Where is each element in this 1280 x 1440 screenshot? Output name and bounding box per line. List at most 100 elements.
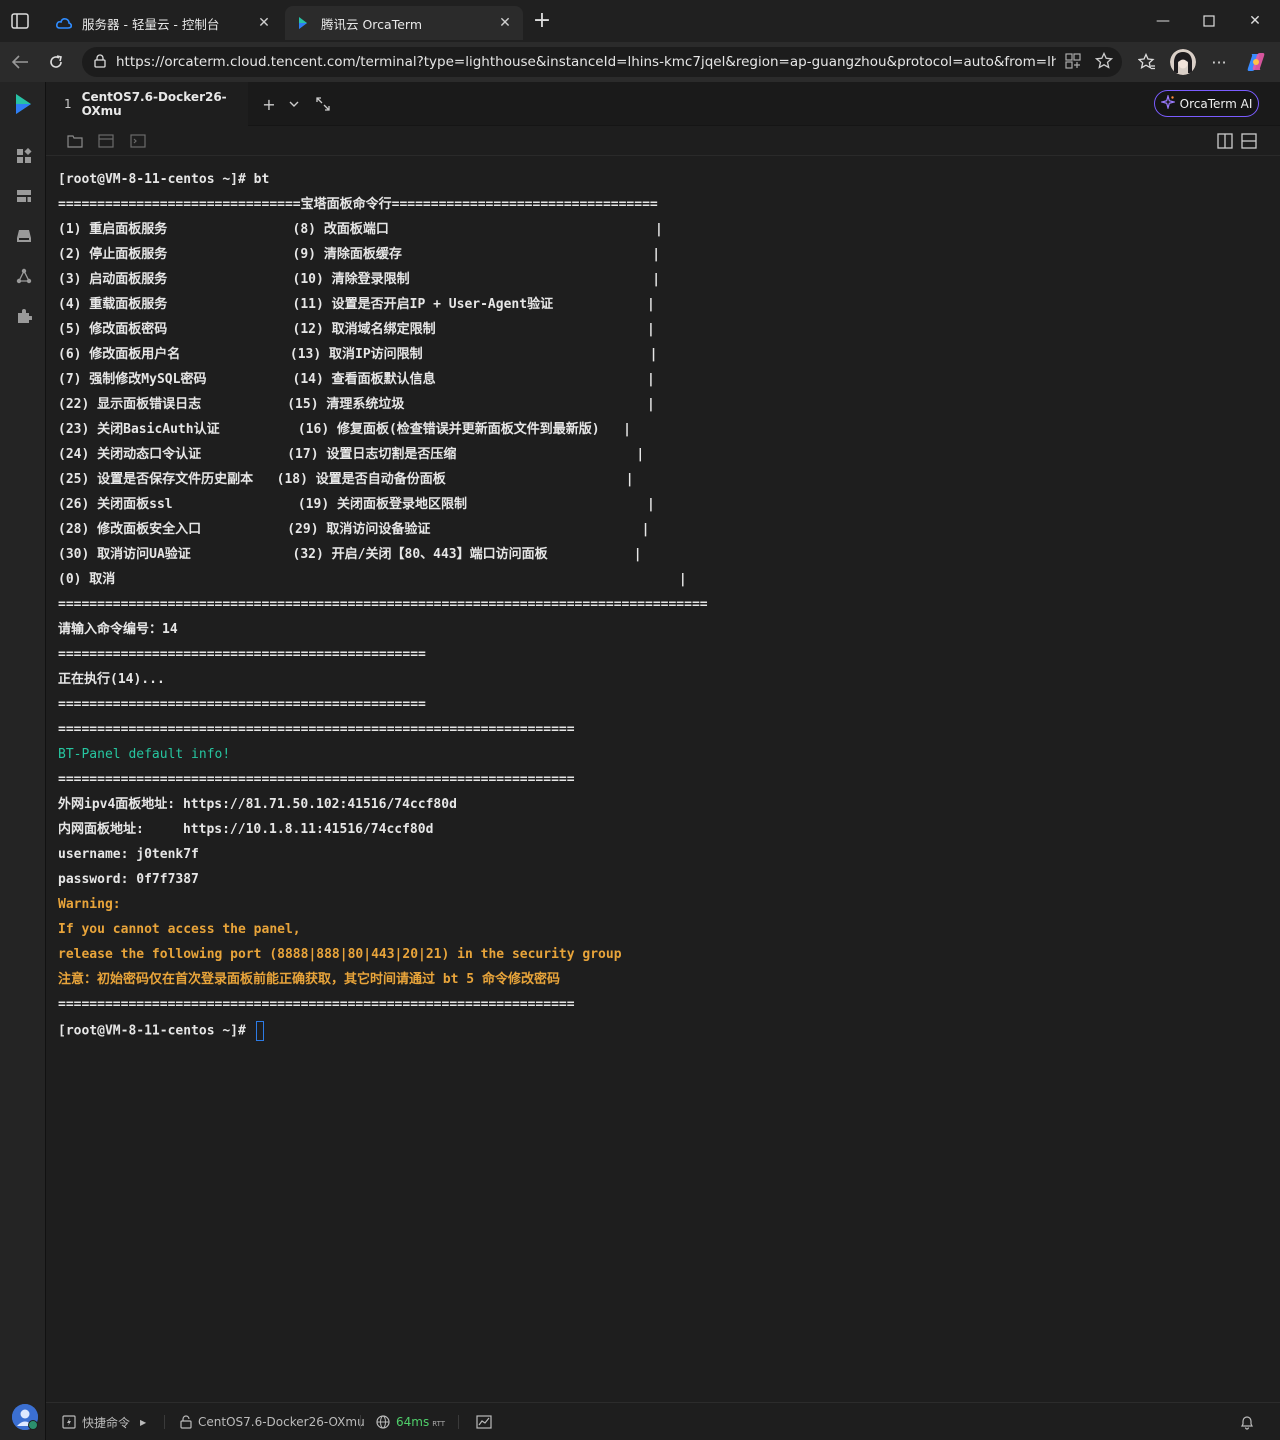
lightning-icon [62,1415,76,1429]
split-vertical-icon[interactable] [1216,132,1234,150]
terminal-line: 外网ipv4面板地址: https://81.71.50.102:41516/7… [58,797,457,812]
chevron-down-icon[interactable] [283,93,305,115]
app-available-icon[interactable] [1062,50,1084,72]
globe-icon [376,1415,390,1429]
latency-unit: RTT [432,1420,446,1428]
terminal-line: (25) 设置是否保存文件历史副本 (18) 设置是否自动备份面板 | [58,472,634,487]
terminal-line: Warning: [58,897,121,912]
orcaterm-logo-icon[interactable] [13,94,33,114]
chart-monitor-icon [476,1415,492,1429]
dashboard-icon[interactable] [14,146,34,166]
terminal-line: 正在执行(14)... [58,672,165,687]
network-icon[interactable] [14,266,34,286]
terminal-line: (0) 取消 | [58,572,687,587]
quick-commands-label: 快捷命令 [82,1415,131,1430]
session-tab-number: 1 [64,97,72,111]
terminal-line: [root@VM-8-11-centos ~]# bt [58,172,270,187]
favorite-star-icon[interactable] [1093,50,1115,72]
ai-button-label: OrcaTerm AI [1179,96,1253,111]
divider [458,1415,459,1429]
latency-value: 64ms [396,1415,430,1429]
divider [360,1415,361,1429]
terminal-line: 注意：初始密码仅在首次登录面板前能正确获取，其它时间请通过 bt 5 命令修改密… [58,972,560,987]
terminal-line: BT-Panel default info! [58,747,231,762]
plugin-icon[interactable] [14,306,34,326]
add-session-icon[interactable]: + [258,93,280,115]
orcaterm-ai-button[interactable]: OrcaTerm AI [1154,90,1259,117]
terminal-line: (4) 重载面板服务 (11) 设置是否开启IP + User-Agent验证 … [58,297,655,312]
user-avatar[interactable] [12,1404,38,1430]
favorites-icon[interactable] [1134,49,1160,75]
terminal-line: (24) 关闭动态口令认证 (17) 设置日志切割是否压缩 | [58,447,645,462]
browser-tab-strip: 服务器 - 轻量云 - 控制台 ✕ 腾讯云 OrcaTerm ✕ + — ✕ [0,0,1280,42]
terminal-line: 请输入命令编号：14 [58,622,178,637]
session-status[interactable]: CentOS7.6-Docker26-OXmu [180,1403,365,1440]
session-tab-title: CentOS7.6-Docker26-OXmu [81,90,227,118]
lock-icon [94,53,106,72]
tab-actions-icon[interactable] [10,12,30,30]
browser-tab-console[interactable]: 服务器 - 轻量云 - 控制台 ✕ [46,6,282,40]
monitor-icon[interactable] [129,132,147,150]
terminal-line: (7) 强制修改MySQL密码 (14) 查看面板默认信息 | [58,372,655,387]
server-lock-icon [180,1415,192,1429]
terminal-output[interactable]: [root@VM-8-11-centos ~]# bt ============… [46,156,1280,1402]
terminal-line: ========================================… [58,697,426,712]
terminal-line: release the following port (8888|888|80|… [58,947,622,962]
monitor-chart-button[interactable] [476,1403,498,1440]
profile-avatar[interactable] [1170,49,1196,75]
fullscreen-icon[interactable] [312,93,334,115]
session-status-label: CentOS7.6-Docker26-OXmu [198,1415,365,1429]
terminal-line: ========================================… [58,597,708,612]
terminal-cursor[interactable] [255,1021,264,1041]
terminal-line: (5) 修改面板密码 (12) 取消域名绑定限制 | [58,322,655,337]
address-bar-row: https://orcaterm.cloud.tencent.com/termi… [0,42,1280,82]
terminal-line: If you cannot access the panel, [58,922,301,937]
terminal-line: (26) 关闭面板ssl (19) 关闭面板登录地区限制 | [58,497,655,512]
terminal-line: (23) 关闭BasicAuth认证 (16) 修复面板(检查错误并更新面板文件… [58,422,631,437]
maximize-icon[interactable] [1186,8,1232,34]
terminal-line: username: j0tenk7f [58,847,199,862]
browser-tab-orcaterm[interactable]: 腾讯云 OrcaTerm ✕ [285,6,523,40]
browser-tab-title: 服务器 - 轻量云 - 控制台 [82,16,220,32]
terminal-prompt-line[interactable]: [root@VM-8-11-centos ~]# [58,1021,264,1041]
close-tab-icon[interactable]: ✕ [497,15,513,31]
terminal-line: (3) 启动面板服务 (10) 清除登录限制 | [58,272,661,287]
copilot-icon[interactable] [1243,49,1269,75]
caret-right-icon: ▶ [140,1417,147,1427]
server-list-icon[interactable] [14,186,34,206]
terminal-line: (22) 显示面板错误日志 (15) 清理系统垃圾 | [58,397,655,412]
terminal-line: (2) 停止面板服务 (9) 清除面板缓存 | [58,247,661,262]
close-window-icon[interactable]: ✕ [1232,8,1278,34]
orcaterm-icon [295,15,311,31]
terminal-line: (6) 修改面板用户名 (13) 取消IP访问限制 | [58,347,658,362]
back-icon[interactable] [8,50,32,74]
drive-icon[interactable] [14,226,34,246]
terminal-line: (1) 重启面板服务 (8) 改面板端口 | [58,222,663,237]
terminal-line: ========================================… [58,647,426,662]
terminal-line: password: 0f7f7387 [58,872,199,887]
latency-indicator: 64ms RTT [376,1403,445,1440]
url-field[interactable]: https://orcaterm.cloud.tencent.com/termi… [82,47,1122,77]
terminal-line: ========================================… [58,772,575,787]
quick-commands-button[interactable]: 快捷命令 ▶ [62,1403,146,1440]
close-tab-icon[interactable]: ✕ [256,15,272,31]
new-tab-button[interactable]: + [530,10,554,34]
browser-tab-title: 腾讯云 OrcaTerm [321,16,423,32]
terminal-prompt: [root@VM-8-11-centos ~]# [58,1023,254,1039]
reload-icon[interactable] [44,50,68,74]
divider [164,1415,165,1429]
session-tab[interactable]: 1 CentOS7.6-Docker26-OXmu [46,82,248,126]
split-horizontal-icon[interactable] [1240,132,1258,150]
file-transfer-icon[interactable] [97,132,115,150]
minimize-icon[interactable]: — [1140,8,1186,34]
sftp-folder-icon[interactable] [66,132,84,150]
terminal-line: (28) 修改面板安全入口 (29) 取消访问设备验证 | [58,522,650,537]
left-rail [0,82,46,1440]
notification-bell-icon[interactable] [1240,1403,1254,1440]
terminal-line: ===============================宝塔面板命令行==… [58,197,658,212]
more-options-icon[interactable]: ··· [1206,49,1232,75]
terminal-line: ========================================… [58,997,575,1012]
session-tab-bar: 1 CentOS7.6-Docker26-OXmu + OrcaTerm AI [46,82,1280,126]
terminal-line: (30) 取消访问UA验证 (32) 开启/关闭【80、443】端口访问面板 | [58,547,642,562]
url-text: https://orcaterm.cloud.tencent.com/termi… [116,54,1056,70]
